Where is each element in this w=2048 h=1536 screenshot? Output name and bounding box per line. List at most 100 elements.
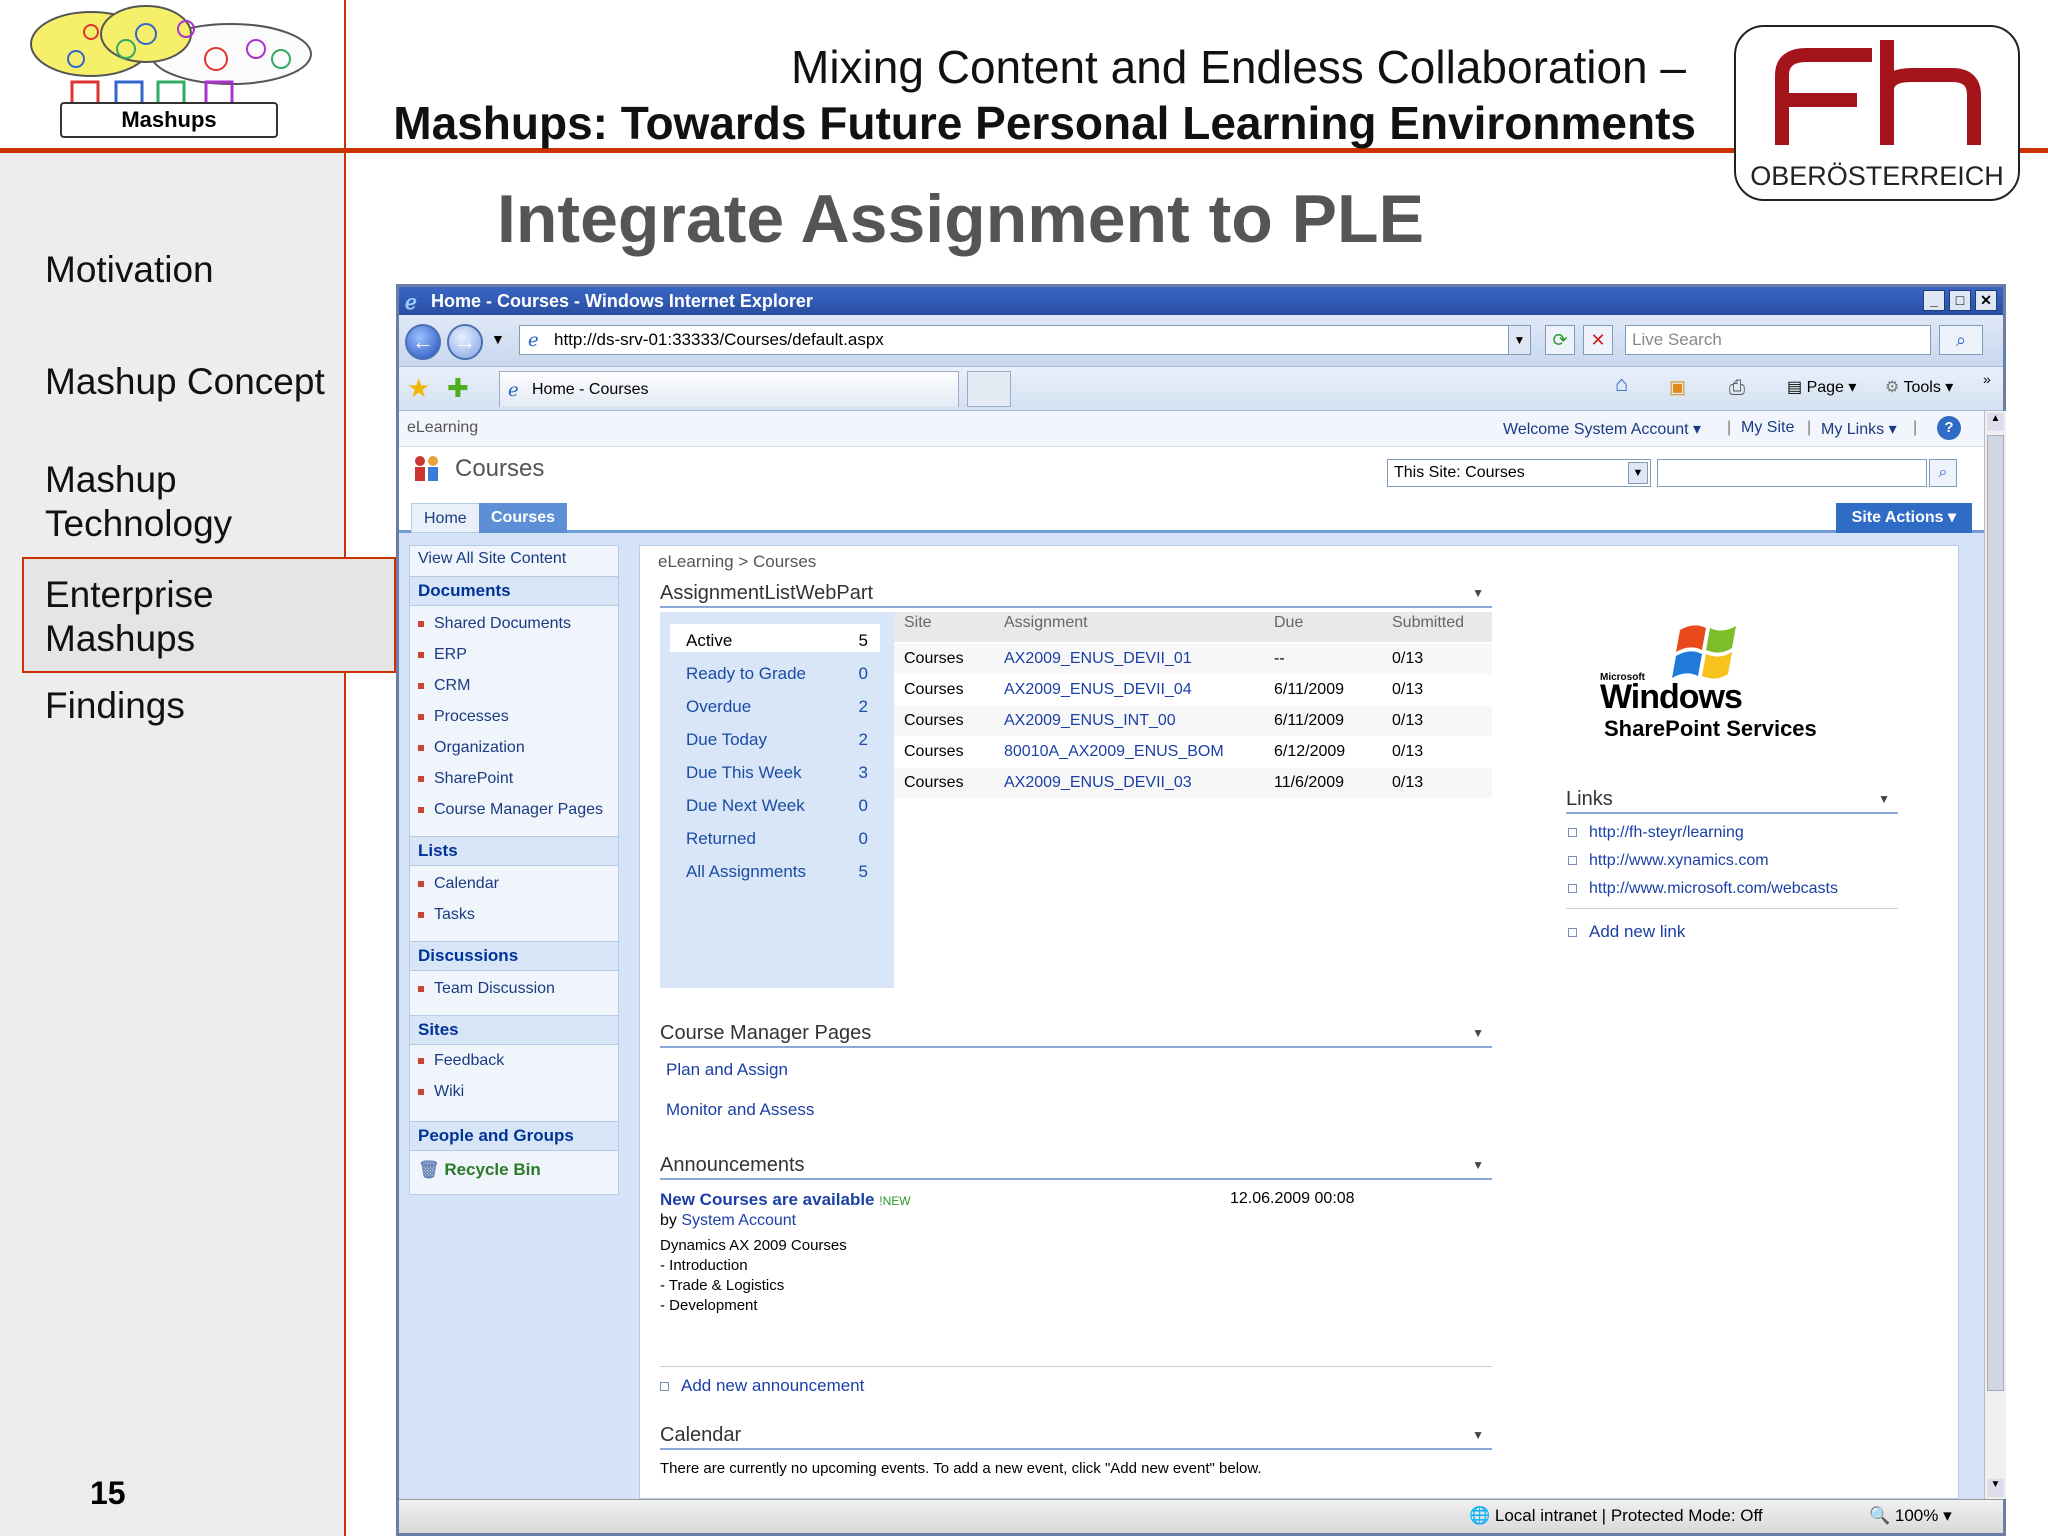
webpart-menu-icon[interactable]: ▼	[1472, 578, 1484, 608]
cell-assignment[interactable]: 80010A_AX2009_ENUS_BOM	[1004, 737, 1224, 767]
scroll-down-icon[interactable]: ▼	[1987, 1479, 2004, 1497]
ql-item-calendar[interactable]: Calendar	[418, 874, 499, 894]
cell-assignment[interactable]: AX2009_ENUS_DEVII_01	[1004, 644, 1192, 674]
webpart-menu-icon[interactable]: ▼	[1472, 1420, 1484, 1450]
scroll-thumb[interactable]	[1987, 435, 2004, 1391]
global-site-link[interactable]: eLearning	[407, 419, 478, 437]
zoom-control[interactable]: 🔍 100% ▾	[1869, 1506, 1952, 1526]
ql-discussions-heading[interactable]: Discussions	[410, 941, 618, 971]
ql-item-processes[interactable]: Processes	[418, 707, 509, 727]
breadcrumb[interactable]: eLearning > Courses	[658, 552, 816, 572]
page-menu[interactable]: ▤ Page ▾	[1787, 377, 1856, 397]
vertical-scrollbar[interactable]: ▲ ▼	[1984, 411, 2006, 1499]
search-scope-select[interactable]: This Site: Courses ▼	[1387, 459, 1651, 487]
webpart-menu-icon[interactable]: ▼	[1472, 1018, 1484, 1048]
cell-submitted: 0/13	[1392, 650, 1424, 667]
webpart-menu-icon[interactable]: ▼	[1878, 784, 1890, 814]
separator: |	[1807, 419, 1812, 436]
presentation-title-line1: Mixing Content and Endless Collaboration…	[791, 41, 1686, 93]
new-tab-button[interactable]	[967, 371, 1011, 407]
main-content: eLearning > Courses AssignmentListWebPar…	[639, 545, 1959, 1499]
recycle-bin-label: Recycle Bin	[444, 1160, 541, 1179]
ql-item-course-manager-pages[interactable]: Course Manager Pages	[418, 800, 603, 820]
filter-item[interactable]: Due Next Week 0	[686, 795, 876, 817]
ql-item-shared-documents[interactable]: Shared Documents	[418, 614, 571, 634]
cell-assignment[interactable]: AX2009_ENUS_DEVII_03	[1004, 768, 1192, 798]
link-microsoft-webcasts[interactable]: http://www.microsoft.com/webcasts	[1568, 880, 1838, 898]
ql-lists-heading[interactable]: Lists	[410, 836, 618, 866]
monitor-and-assess-link[interactable]: Monitor and Assess	[666, 1100, 814, 1120]
table-row: Courses AX2009_ENUS_INT_00 6/11/2009 0/13	[894, 706, 1492, 736]
filter-item[interactable]: Due Today 2	[686, 729, 876, 751]
address-field[interactable]: ℯ http://ds-srv-01:33333/Courses/default…	[519, 325, 1531, 355]
ql-item-erp[interactable]: ERP	[418, 645, 467, 665]
plan-and-assign-link[interactable]: Plan and Assign	[666, 1060, 788, 1080]
ql-people-groups-heading[interactable]: People and Groups	[410, 1121, 618, 1151]
announcement-body-line: - Development	[660, 1297, 758, 1314]
history-dropdown-icon[interactable]: ▼	[491, 331, 505, 347]
address-dropdown-icon[interactable]: ▼	[1508, 326, 1530, 354]
live-search-input[interactable]: Live Search	[1625, 325, 1931, 355]
add-favorites-icon[interactable]: ✚	[447, 373, 469, 404]
my-links-menu[interactable]: My Links ▾	[1821, 419, 1897, 439]
ql-item-feedback[interactable]: Feedback	[418, 1051, 504, 1071]
cell-assignment[interactable]: AX2009_ENUS_INT_00	[1004, 706, 1176, 736]
my-site-link[interactable]: My Site	[1741, 419, 1794, 437]
scroll-up-icon[interactable]: ▲	[1987, 413, 2004, 431]
close-button[interactable]: ✕	[1975, 290, 1997, 311]
announcement-title-link[interactable]: New Courses are available !NEW	[660, 1190, 911, 1210]
forward-button[interactable]: →	[447, 324, 483, 360]
webpart-menu-icon[interactable]: ▼	[1472, 1150, 1484, 1180]
home-icon[interactable]: ⌂	[1615, 371, 1628, 397]
filter-item[interactable]: Due This Week 3	[686, 762, 876, 784]
column-header-submitted[interactable]: Submitted	[1392, 614, 1464, 632]
minimize-button[interactable]: _	[1923, 290, 1945, 311]
add-new-announcement-link[interactable]: Add new announcement	[660, 1376, 864, 1396]
add-new-link[interactable]: Add new link	[1568, 922, 1685, 942]
filter-item[interactable]: Active 5	[686, 630, 876, 652]
feeds-icon[interactable]: ▣	[1669, 377, 1686, 398]
tab-home-courses[interactable]: ℯ Home - Courses	[499, 371, 959, 407]
recycle-bin-link[interactable]: 🗑 Recycle Bin	[418, 1160, 541, 1180]
refresh-icon[interactable]: ⟳	[1545, 325, 1575, 355]
ql-item-team-discussion[interactable]: Team Discussion	[418, 979, 555, 999]
help-icon[interactable]: ?	[1937, 416, 1961, 440]
author-link[interactable]: System Account	[681, 1212, 796, 1229]
toolbar-overflow-icon[interactable]: »	[1983, 371, 1991, 387]
filter-count: 0	[858, 829, 868, 848]
tools-menu[interactable]: ⚙ Tools ▾	[1885, 377, 1953, 397]
print-icon[interactable]: ⎙	[1729, 377, 1745, 400]
separator: |	[1913, 419, 1918, 436]
view-all-site-content-link[interactable]: View All Site Content	[418, 550, 566, 568]
sp-search-icon[interactable]: ⌕	[1929, 459, 1957, 487]
site-actions-menu[interactable]: Site Actions ▾	[1835, 503, 1972, 533]
tab-home[interactable]: Home	[411, 503, 480, 533]
ql-item-wiki[interactable]: Wiki	[418, 1082, 464, 1102]
filter-item[interactable]: Returned 0	[686, 828, 876, 850]
ql-item-sharepoint[interactable]: SharePoint	[418, 769, 513, 789]
ql-item-crm[interactable]: CRM	[418, 676, 470, 696]
link-fh-steyr[interactable]: http://fh-steyr/learning	[1568, 824, 1744, 842]
filter-label: Due Next Week	[686, 796, 805, 815]
ql-item-organization[interactable]: Organization	[418, 738, 525, 758]
ql-sites-heading[interactable]: Sites	[410, 1015, 618, 1045]
tab-courses[interactable]: Courses	[479, 503, 568, 533]
ql-item-tasks[interactable]: Tasks	[418, 905, 475, 925]
search-icon[interactable]: ⌕	[1939, 325, 1983, 355]
filter-item[interactable]: Overdue 2	[686, 696, 876, 718]
welcome-menu[interactable]: Welcome System Account ▾	[1503, 419, 1701, 439]
cell-assignment[interactable]: AX2009_ENUS_DEVII_04	[1004, 675, 1192, 705]
column-header-site[interactable]: Site	[904, 614, 932, 632]
sharepoint-page: eLearning Welcome System Account ▾ | My …	[399, 411, 1984, 1499]
column-header-due[interactable]: Due	[1274, 614, 1303, 632]
back-button[interactable]: ←	[405, 324, 441, 360]
link-xynamics[interactable]: http://www.xynamics.com	[1568, 852, 1769, 870]
stop-icon[interactable]: ✕	[1583, 325, 1613, 355]
favorites-star-icon[interactable]: ★	[407, 373, 430, 404]
ql-documents-heading[interactable]: Documents	[410, 576, 618, 606]
sp-search-input[interactable]	[1657, 459, 1927, 487]
maximize-button[interactable]: □	[1949, 290, 1971, 311]
filter-item[interactable]: Ready to Grade 0	[686, 663, 876, 685]
filter-item[interactable]: All Assignments 5	[686, 861, 876, 883]
column-header-assignment[interactable]: Assignment	[1004, 614, 1088, 632]
